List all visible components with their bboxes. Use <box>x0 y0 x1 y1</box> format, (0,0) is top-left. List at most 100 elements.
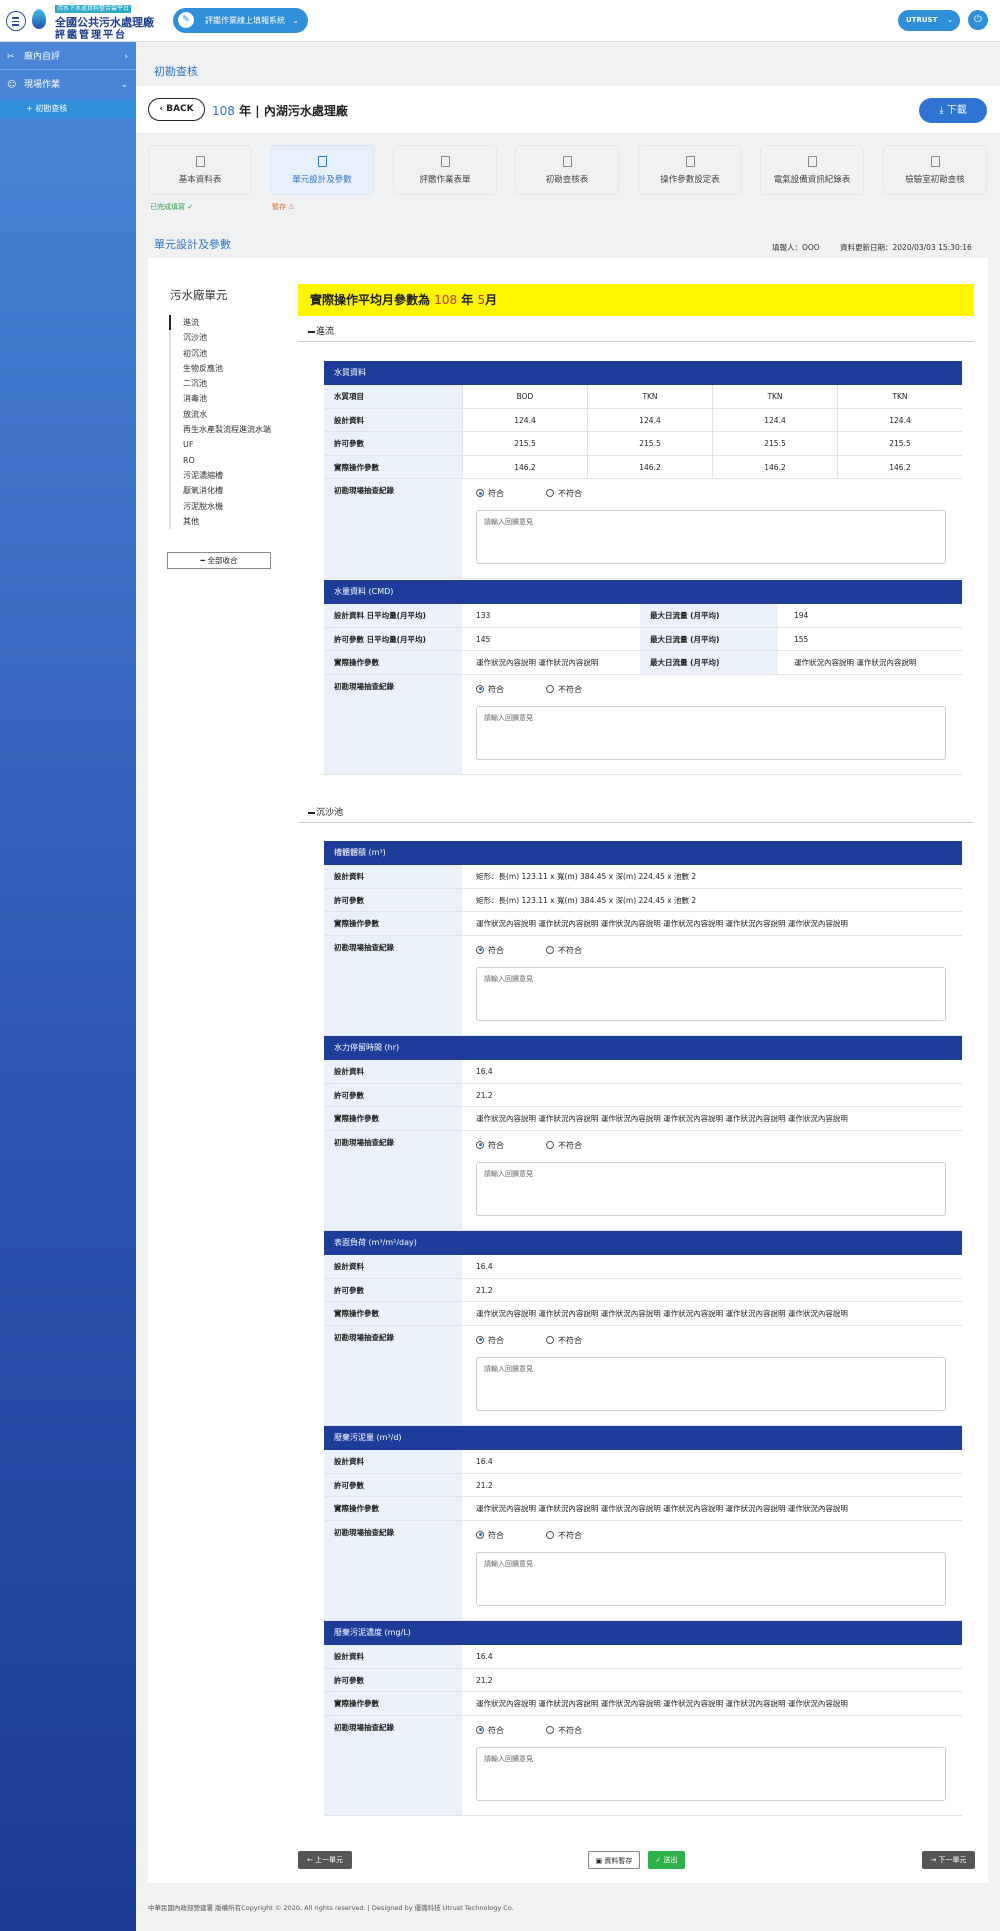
next-unit-button[interactable]: → 下一單元 <box>922 1851 975 1869</box>
logo-subtitle: 評鑑管理平台 <box>55 30 127 41</box>
block-header: 水量資料 (CMD) <box>324 580 962 604</box>
comply-radio[interactable]: 符合 <box>476 684 504 695</box>
page-title: 108 年 | 內湖污水處理廠 <box>212 102 348 119</box>
unit-list-item[interactable]: 生物反應池 <box>171 361 279 376</box>
feedback-textarea[interactable]: 請輸入回饋意見 <box>476 1551 946 1606</box>
feedback-textarea[interactable]: 請輸入回饋意見 <box>476 510 946 564</box>
group-toggle-inflow[interactable]: 進流 <box>298 322 974 342</box>
check-record-row: 初勘現場抽查紀錄 符合 不符合 請輸入回饋意見 <box>324 479 962 579</box>
comply-radio[interactable]: 符合 <box>476 488 504 499</box>
comply-radio[interactable]: 符合 <box>476 1530 504 1541</box>
tab-initial-check[interactable]: d 初勘查核表 <box>515 145 619 195</box>
tab-unit-design[interactable]: d 單元設計及參數 <box>270 145 374 195</box>
radio-icon <box>546 489 554 497</box>
logout-icon[interactable]: ⏻ <box>968 10 988 30</box>
unit-list-item[interactable]: 污泥濃縮槽 <box>171 468 279 483</box>
people-icon: ☺ <box>7 80 17 90</box>
back-button[interactable]: ‹ BACK <box>148 98 205 121</box>
table-row: 實際操作參數 運作狀況內容說明 運作狀況內容說明 運作狀況內容說明 運作狀況內容說… <box>324 1107 962 1131</box>
unit-list-item[interactable]: 污泥脫水機 <box>171 499 279 514</box>
unit-list-item[interactable]: 厭氧消化槽 <box>171 483 279 498</box>
unit-list-item[interactable]: 再生水產製流程進流水端 <box>171 422 279 437</box>
unit-list-item[interactable]: 沉沙池 <box>171 330 279 345</box>
sidebar-item-self-eval[interactable]: ✂ 廠內自評 › <box>0 44 136 70</box>
tab-evaluation-form[interactable]: d 評鑑作業表單 <box>393 145 497 195</box>
sidebar-subitem-initial-check[interactable]: + 初勘查核 <box>0 100 136 118</box>
unit-list-item[interactable]: 二沉池 <box>171 376 279 391</box>
unit-list-item[interactable]: 其他 <box>171 514 279 529</box>
table-row: 許可參數 矩形：長(m) 123.11 x 寬(m) 384.45 x 深(m) … <box>324 888 962 912</box>
banner-prefix: 實際操作平均月參數為 <box>310 293 431 307</box>
submit-button[interactable]: ✓ 送出 <box>648 1851 685 1869</box>
comply-radio[interactable]: 符合 <box>476 1725 504 1736</box>
feedback-textarea[interactable]: 請輸入回饋意見 <box>476 705 946 760</box>
table-cell: 194 <box>794 611 809 620</box>
table-cell: 215.5 <box>462 432 587 455</box>
table-cell: 133 <box>476 611 491 620</box>
noncomply-radio[interactable]: 不符合 <box>546 488 582 499</box>
group-toggle-grit[interactable]: 沉沙池 <box>298 803 974 823</box>
radio-label: 符合 <box>488 684 504 694</box>
radio-icon <box>546 684 554 693</box>
comply-radio[interactable]: 符合 <box>476 945 504 956</box>
unit-list-item[interactable]: UF <box>171 437 279 452</box>
noncomply-radio[interactable]: 不符合 <box>546 1335 582 1346</box>
noncomply-radio[interactable]: 不符合 <box>546 1725 582 1736</box>
unit-list: 進流 沉沙池 初沉池 生物反應池 二沉池 消毒池 放流水 再生水產製流程進流水端 UF RO 污泥濃… <box>169 315 279 530</box>
prev-unit-button[interactable]: ← 上一單元 <box>298 1851 352 1869</box>
feedback-textarea[interactable]: 請輸入回饋意見 <box>476 1356 946 1411</box>
row-label: 設計資料 <box>324 1060 462 1083</box>
noncomply-radio[interactable]: 不符合 <box>546 945 582 956</box>
unit-list-item[interactable]: 消毒池 <box>171 391 279 406</box>
table-cell: 155 <box>794 634 809 644</box>
unit-list-item[interactable]: RO <box>171 453 279 468</box>
feedback-textarea[interactable]: 請輸入回饋意見 <box>476 1746 946 1801</box>
period-banner: 實際操作平均月參數為 108 年 5月 <box>298 284 974 316</box>
grit-parameter-block: 表面負荷 (m³/m²/day) 設計資料 16.4 許可參數 21.2 實際操作參… <box>324 1231 962 1426</box>
noncomply-radio[interactable]: 不符合 <box>546 1140 582 1151</box>
tab-lab-check[interactable]: d 檢驗室初勘查核 <box>883 145 987 195</box>
grit-parameter-block: 水力停留時間 (hr) 設計資料 16.4 許可參數 21.2 實際操作參數 運作狀況… <box>324 1036 962 1231</box>
row-label: 實際操作參數 <box>324 455 462 478</box>
comply-radio[interactable]: 符合 <box>476 1335 504 1346</box>
document-icon: d <box>930 156 940 167</box>
table-row: 實際操作參數 運作狀況內容說明 運作狀況內容說明 運作狀況內容說明 運作狀況內容說… <box>324 912 962 936</box>
title-year-suffix: 年 <box>239 104 252 118</box>
table-cell: TKN <box>587 385 712 408</box>
sidebar-item-label: 現場作業 <box>24 80 61 90</box>
table-cell: 146.2 <box>462 455 587 478</box>
tab-label: 初勘查核表 <box>545 175 589 185</box>
unit-list-item[interactable]: 放流水 <box>171 407 279 422</box>
collapse-all-button[interactable]: ━ 全部收合 <box>167 552 271 569</box>
banner-mid: 年 <box>461 293 474 307</box>
row-label: 實際操作參數 <box>324 651 462 674</box>
feedback-textarea[interactable]: 請輸入回饋意見 <box>476 1161 946 1216</box>
tab-electrical[interactable]: d 電氣設備資訊紀錄表 <box>760 145 864 195</box>
menu-icon[interactable] <box>6 11 26 31</box>
sidebar-item-field-work[interactable]: ☺ 現場作業 ⌄ <box>0 72 136 98</box>
row-label: 設計資料 <box>324 408 462 431</box>
feedback-textarea[interactable]: 請輸入回饋意見 <box>476 966 946 1021</box>
table-cell: 21.2 <box>476 1480 493 1490</box>
system-selector[interactable]: ✎ 評鑑作業線上填報系統 ⌄ <box>173 8 308 33</box>
user-menu[interactable]: UTRUST ⌄ <box>898 10 960 31</box>
save-draft-button[interactable]: ▣ 資料暫存 <box>588 1851 640 1869</box>
sidebar: ✂ 廠內自評 › ☺ 現場作業 ⌄ + 初勘查核 <box>0 42 136 1931</box>
table-row: 許可參數 21.2 <box>324 1668 962 1692</box>
platform-logo[interactable]: 污水下水道資料整合雲平台 全國公共污水處理廠 評鑑管理平台 <box>32 5 160 41</box>
tab-op-params[interactable]: d 操作參數設定表 <box>638 145 742 195</box>
comply-radio[interactable]: 符合 <box>476 1140 504 1151</box>
download-button[interactable]: ⤓ 下載 <box>919 98 987 123</box>
tab-basic-info[interactable]: d 基本資料表 <box>148 145 252 195</box>
noncomply-radio[interactable]: 不符合 <box>546 1530 582 1541</box>
banner-suffix: 月 <box>485 293 498 307</box>
tab-label: 操作參數設定表 <box>660 175 720 185</box>
table-cell: 16.4 <box>476 1262 493 1271</box>
section-title: 單元設計及參數 <box>154 238 231 251</box>
unit-list-item[interactable]: 初沉池 <box>171 346 279 361</box>
unit-list-item[interactable]: 進流 <box>169 315 279 331</box>
radio-icon <box>546 1140 554 1149</box>
noncomply-radio[interactable]: 不符合 <box>546 684 582 695</box>
document-icon: d <box>317 156 327 167</box>
minus-icon <box>308 331 315 333</box>
